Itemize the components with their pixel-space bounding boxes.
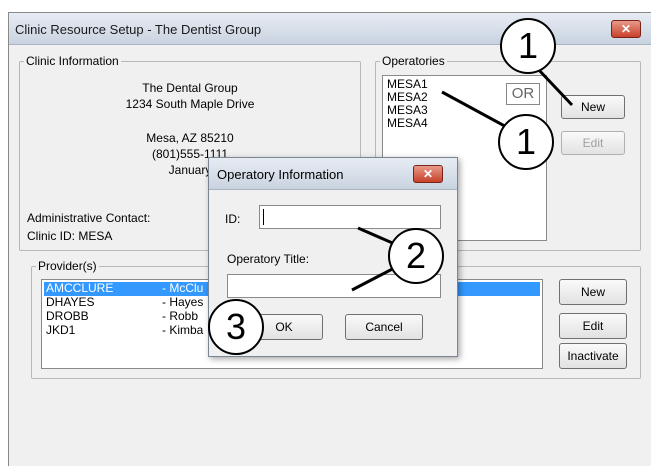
or-label: OR bbox=[506, 83, 540, 105]
callout-number-3: 3 bbox=[208, 299, 264, 355]
callout-pointer-lines bbox=[351, 48, 574, 292]
callout-number-1b: 1 bbox=[498, 114, 554, 170]
callout-number-2: 2 bbox=[388, 228, 444, 284]
callout-pointer-line bbox=[441, 90, 513, 132]
callout-number-1: 1 bbox=[500, 18, 556, 74]
